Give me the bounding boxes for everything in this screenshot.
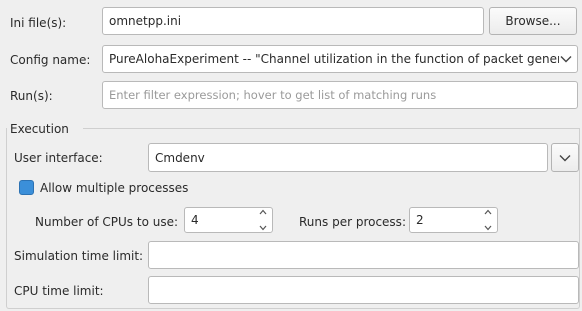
ini-files-field[interactable]: omnetpp.ini (102, 7, 484, 35)
chevron-down-icon[interactable] (484, 225, 492, 231)
runs-per-process-spinner[interactable]: 2 (409, 207, 498, 233)
chevron-up-icon[interactable] (259, 209, 267, 215)
runs-filter-input[interactable]: Enter filter expression; hover to get li… (102, 81, 578, 109)
runs-per-process-value: 2 (416, 213, 424, 227)
runs-per-process-spinner-arrows[interactable] (483, 209, 493, 231)
user-interface-combo[interactable]: Cmdenv (148, 143, 548, 172)
sim-time-limit-label: Simulation time limit: (14, 249, 144, 263)
user-interface-value: Cmdenv (155, 150, 205, 165)
runs-per-process-label: Runs per process: (299, 215, 406, 229)
sim-time-limit-input[interactable] (148, 241, 579, 269)
chevron-down-icon (558, 151, 572, 165)
user-interface-label: User interface: (14, 151, 103, 165)
ini-files-value: omnetpp.ini (109, 14, 182, 28)
allow-multiple-checkbox[interactable] (19, 180, 34, 195)
cpus-label: Number of CPUs to use: (35, 215, 179, 229)
chevron-down-icon (559, 52, 573, 66)
runs-filter-placeholder: Enter filter expression; hover to get li… (109, 88, 437, 102)
runs-label: Run(s): (10, 89, 53, 103)
config-name-combo[interactable]: PureAlohaExperiment -- "Channel utilizat… (102, 45, 578, 73)
cpus-spinner-arrows[interactable] (258, 209, 268, 231)
cpu-time-limit-label: CPU time limit: (14, 284, 104, 298)
chevron-down-icon[interactable] (259, 225, 267, 231)
user-interface-dropdown-button[interactable] (551, 143, 579, 172)
allow-multiple-label: Allow multiple processes (40, 181, 189, 195)
chevron-up-icon[interactable] (484, 209, 492, 215)
execution-group-title: Execution (8, 121, 73, 137)
ini-files-label: Ini file(s): (10, 16, 67, 30)
browse-button-label: Browse... (505, 14, 561, 28)
config-name-value: PureAlohaExperiment -- "Channel utilizat… (109, 52, 559, 66)
cpu-time-limit-input[interactable] (148, 276, 579, 304)
browse-button[interactable]: Browse... (489, 7, 577, 35)
cpus-spinner[interactable]: 4 (184, 207, 273, 233)
config-name-label: Config name: (10, 53, 91, 67)
cpus-value: 4 (191, 213, 199, 227)
